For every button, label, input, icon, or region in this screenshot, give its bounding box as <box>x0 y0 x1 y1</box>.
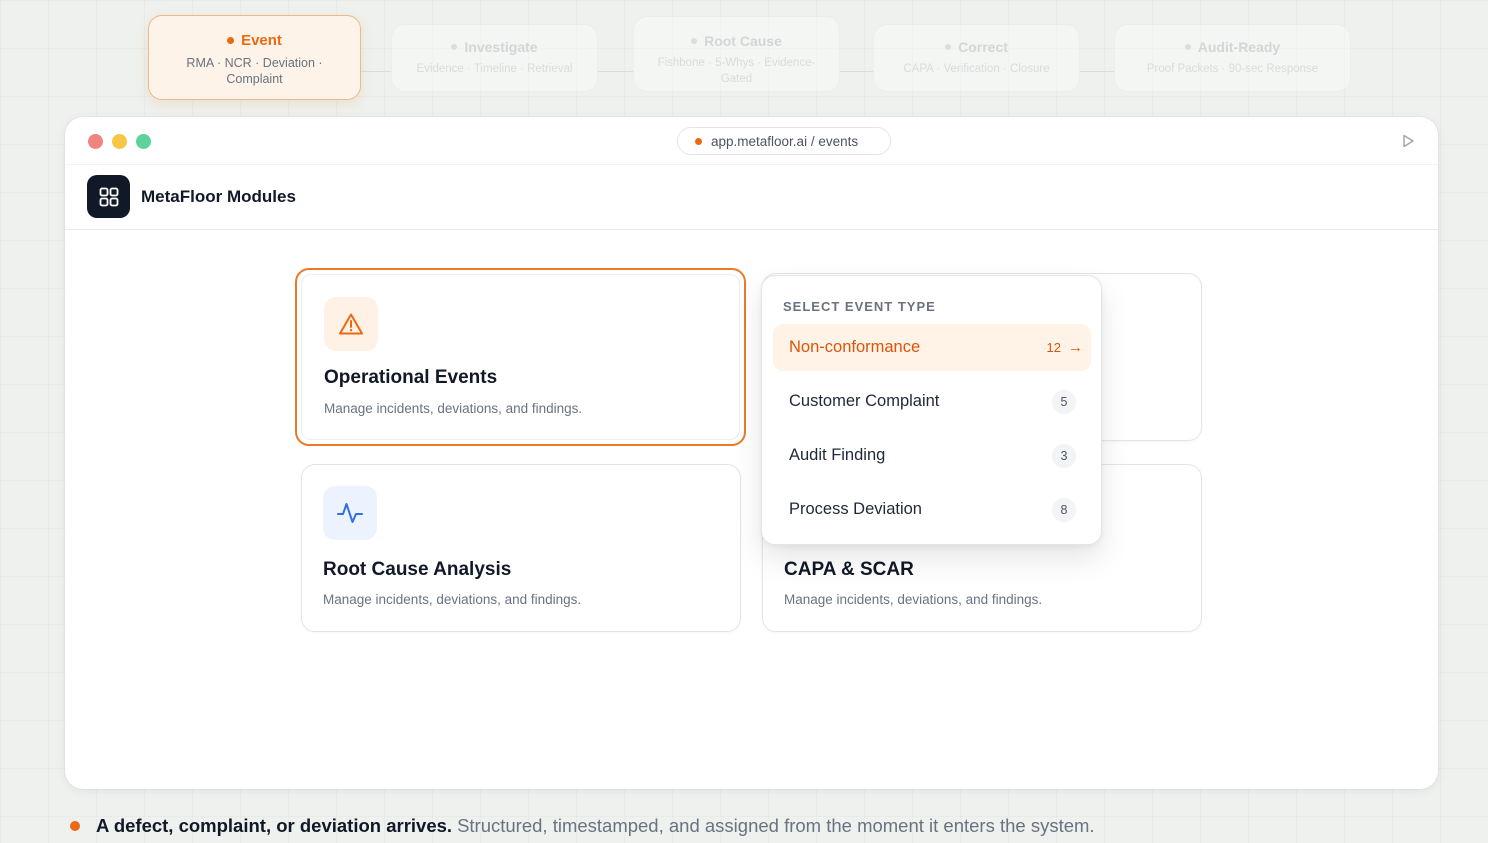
option-label: Process Deviation <box>789 500 922 518</box>
card-operational-events[interactable]: Operational Events Manage incidents, dev… <box>295 268 746 446</box>
step-caption: A defect, complaint, or deviation arrive… <box>70 815 1095 837</box>
option-count: 12 <box>1046 340 1061 355</box>
step-title-label: Root Cause <box>704 33 782 49</box>
workflow-stepper: Event RMA · NCR · Deviation · Complaint … <box>0 14 1488 104</box>
card-title: Operational Events <box>324 367 498 388</box>
event-type-dropdown: SELECT EVENT TYPE Non-conformance 12 → C… <box>761 275 1102 545</box>
step-dot-icon <box>227 37 235 44</box>
address-bar[interactable]: app.metafloor.ai / events <box>677 127 891 155</box>
step-subtitle: Proof Packets · 90-sec Response <box>1146 63 1319 75</box>
option-process-deviation[interactable]: Process Deviation 8 <box>773 486 1091 533</box>
app-window: app.metafloor.ai / events MetaFloor Modu… <box>65 117 1438 789</box>
status-dot-icon <box>695 137 702 145</box>
option-label: Non-conformance <box>789 338 921 356</box>
arrow-right-icon: → <box>1068 339 1083 356</box>
step-subtitle: Evidence · Timeline · Retrieval <box>416 63 573 75</box>
step-title: Root Cause <box>634 33 839 49</box>
step-dot-icon <box>691 38 698 44</box>
step-audit-ready[interactable]: Audit-Ready Proof Packets · 90-sec Respo… <box>1114 24 1351 92</box>
caption-dot-icon <box>70 821 80 831</box>
window-titlebar: app.metafloor.ai / events <box>65 117 1438 165</box>
minimize-window-button[interactable] <box>112 134 127 149</box>
card-description: Manage incidents, deviations, and findin… <box>784 592 1043 607</box>
play-icon[interactable] <box>1400 133 1416 149</box>
step-correct[interactable]: Correct CAPA · Verification · Closure <box>873 24 1080 92</box>
card-description: Manage incidents, deviations, and findin… <box>323 592 582 607</box>
option-count: 3 <box>1052 443 1076 468</box>
step-subtitle: RMA · NCR · Deviation · Complaint <box>186 56 323 86</box>
option-count: 5 <box>1052 389 1076 414</box>
card-title: CAPA & SCAR <box>784 559 914 580</box>
step-subtitle: CAPA · Verification · Closure <box>903 63 1050 75</box>
step-title-label: Event <box>241 32 282 49</box>
dropdown-header: SELECT EVENT TYPE <box>783 299 936 314</box>
step-title: Investigate <box>392 39 597 55</box>
app-title: MetaFloor Modules <box>141 187 296 206</box>
card-title: Root Cause Analysis <box>323 559 512 580</box>
address-bar-url: app.metafloor.ai / events <box>711 133 859 149</box>
step-title-label: Correct <box>958 39 1008 55</box>
step-title-label: Audit-Ready <box>1197 39 1281 55</box>
caption-headline: A defect, complaint, or deviation arrive… <box>96 815 453 836</box>
maximize-window-button[interactable] <box>136 134 151 149</box>
warning-triangle-icon <box>324 297 378 351</box>
step-dot-icon <box>1184 44 1191 50</box>
step-investigate[interactable]: Investigate Evidence · Timeline · Retrie… <box>391 24 598 92</box>
modules-grid-icon[interactable] <box>87 175 130 218</box>
app-header: MetaFloor Modules <box>65 165 1438 230</box>
step-root-cause[interactable]: Root Cause Fishbone · 5-Whys · Evidence-… <box>633 16 840 92</box>
step-connector <box>598 71 633 72</box>
card-root-cause-analysis[interactable]: Root Cause Analysis Manage incidents, de… <box>301 464 741 632</box>
card-description: Manage incidents, deviations, and findin… <box>324 401 583 416</box>
step-dot-icon <box>451 44 458 50</box>
step-subtitle: Fishbone · 5-Whys · Evidence-Gated <box>657 57 816 85</box>
step-title: Event <box>149 32 360 49</box>
step-connector <box>1080 71 1114 72</box>
step-event[interactable]: Event RMA · NCR · Deviation · Complaint <box>148 15 361 100</box>
step-title-label: Investigate <box>464 39 538 55</box>
option-count: 8 <box>1052 497 1076 522</box>
activity-pulse-icon <box>323 486 377 540</box>
step-connector <box>361 71 391 72</box>
option-label: Audit Finding <box>789 446 886 464</box>
close-window-button[interactable] <box>88 134 103 149</box>
option-label: Customer Complaint <box>789 392 940 410</box>
option-non-conformance[interactable]: Non-conformance 12 → <box>773 324 1091 371</box>
step-title: Audit-Ready <box>1115 39 1350 55</box>
option-audit-finding[interactable]: Audit Finding 3 <box>773 432 1091 479</box>
caption-body: Structured, timestamped, and assigned fr… <box>457 815 1095 836</box>
option-customer-complaint[interactable]: Customer Complaint 5 <box>773 378 1091 425</box>
step-dot-icon <box>945 44 952 50</box>
step-title: Correct <box>874 39 1079 55</box>
step-connector <box>840 71 873 72</box>
